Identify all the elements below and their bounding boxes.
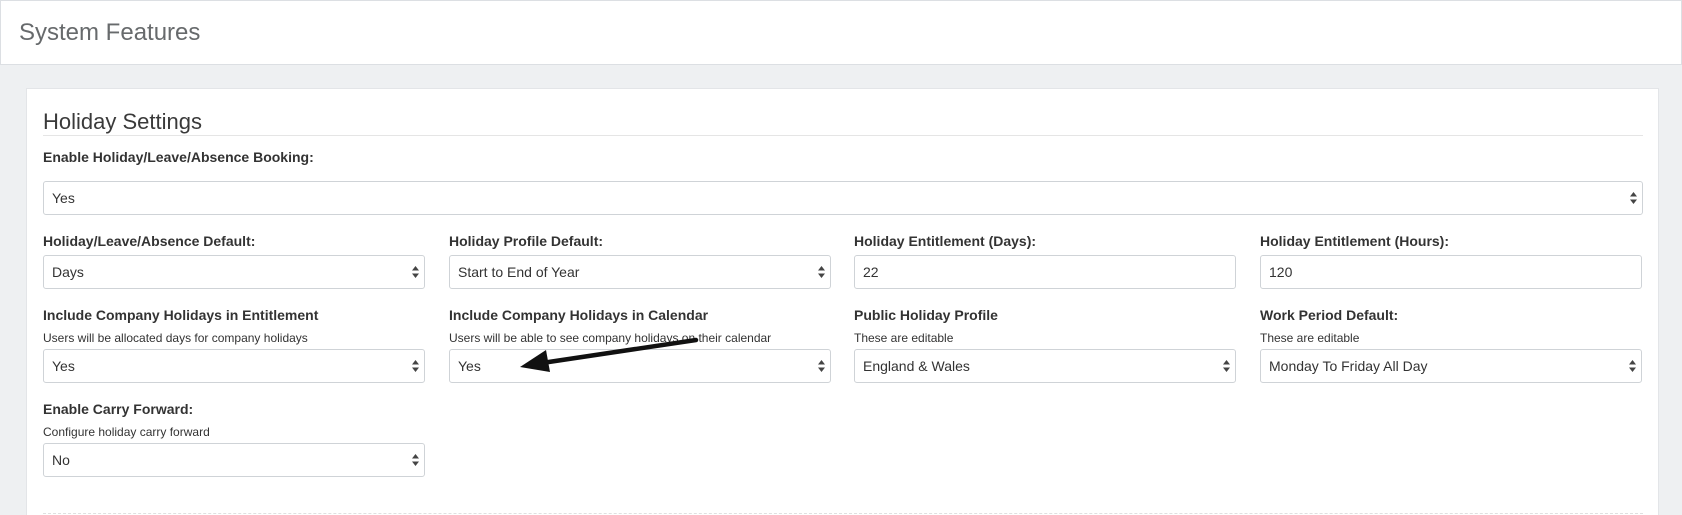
company-holidays-calendar-value: Yes <box>458 358 481 374</box>
select-caret-icon <box>412 454 419 466</box>
holiday-settings-panel: Holiday Settings Enable Holiday/Leave/Ab… <box>26 88 1659 515</box>
enable-booking-select[interactable]: Yes <box>43 181 1643 215</box>
company-holidays-entitlement-value: Yes <box>52 358 75 374</box>
carry-forward-value: No <box>52 452 70 468</box>
work-period-default-select[interactable]: Monday To Friday All Day <box>1260 349 1642 383</box>
company-holidays-entitlement-select[interactable]: Yes <box>43 349 425 383</box>
company-holidays-calendar-label: Include Company Holidays in Calendar <box>449 307 709 323</box>
work-period-default-value: Monday To Friday All Day <box>1269 358 1428 374</box>
select-caret-icon <box>1223 360 1230 372</box>
carry-forward-label: Enable Carry Forward: <box>43 401 194 417</box>
public-holiday-profile-value: England & Wales <box>863 358 970 374</box>
public-holiday-profile-label: Public Holiday Profile <box>854 307 998 323</box>
carry-forward-help: Configure holiday carry forward <box>43 425 210 439</box>
entitlement-days-value: 22 <box>863 264 879 280</box>
annotation-arrow-icon <box>520 337 699 372</box>
entitlement-days-label: Holiday Entitlement (Days): <box>854 233 1037 249</box>
entitlement-days-input[interactable]: 22 <box>854 255 1236 289</box>
profile-default-value: Start to End of Year <box>458 264 580 280</box>
carry-forward-select[interactable]: No <box>43 443 425 477</box>
profile-default-label: Holiday Profile Default: <box>449 233 604 249</box>
section-divider <box>43 135 1643 136</box>
work-period-default-help: These are editable <box>1260 331 1360 345</box>
page-header: System Features <box>0 0 1682 65</box>
select-caret-icon <box>1630 192 1637 204</box>
select-caret-icon <box>1629 360 1636 372</box>
select-caret-icon <box>818 360 825 372</box>
section-title: Holiday Settings <box>43 109 202 134</box>
select-caret-icon <box>412 266 419 278</box>
work-period-default-label: Work Period Default: <box>1260 307 1399 323</box>
entitlement-hours-input[interactable]: 120 <box>1260 255 1642 289</box>
public-holiday-profile-help: These are editable <box>854 331 954 345</box>
select-caret-icon <box>412 360 419 372</box>
company-holidays-entitlement-help: Users will be allocated days for company… <box>43 331 308 345</box>
public-holiday-profile-select[interactable]: England & Wales <box>854 349 1236 383</box>
absence-default-value: Days <box>52 264 84 280</box>
absence-default-label: Holiday/Leave/Absence Default: <box>43 233 256 249</box>
annotation-arrow-head <box>520 350 550 372</box>
annotation-arrow-shaft <box>539 337 699 366</box>
company-holidays-entitlement-label: Include Company Holidays in Entitlement <box>43 307 319 323</box>
page-title: System Features <box>19 19 201 46</box>
entitlement-hours-value: 120 <box>1269 264 1293 280</box>
enable-booking-value: Yes <box>52 190 75 206</box>
entitlement-hours-label: Holiday Entitlement (Hours): <box>1260 233 1450 249</box>
select-caret-icon <box>818 266 825 278</box>
profile-default-select[interactable]: Start to End of Year <box>449 255 831 289</box>
absence-default-select[interactable]: Days <box>43 255 425 289</box>
enable-booking-label: Enable Holiday/Leave/Absence Booking: <box>43 149 314 165</box>
section-bottom-divider <box>43 513 1643 514</box>
